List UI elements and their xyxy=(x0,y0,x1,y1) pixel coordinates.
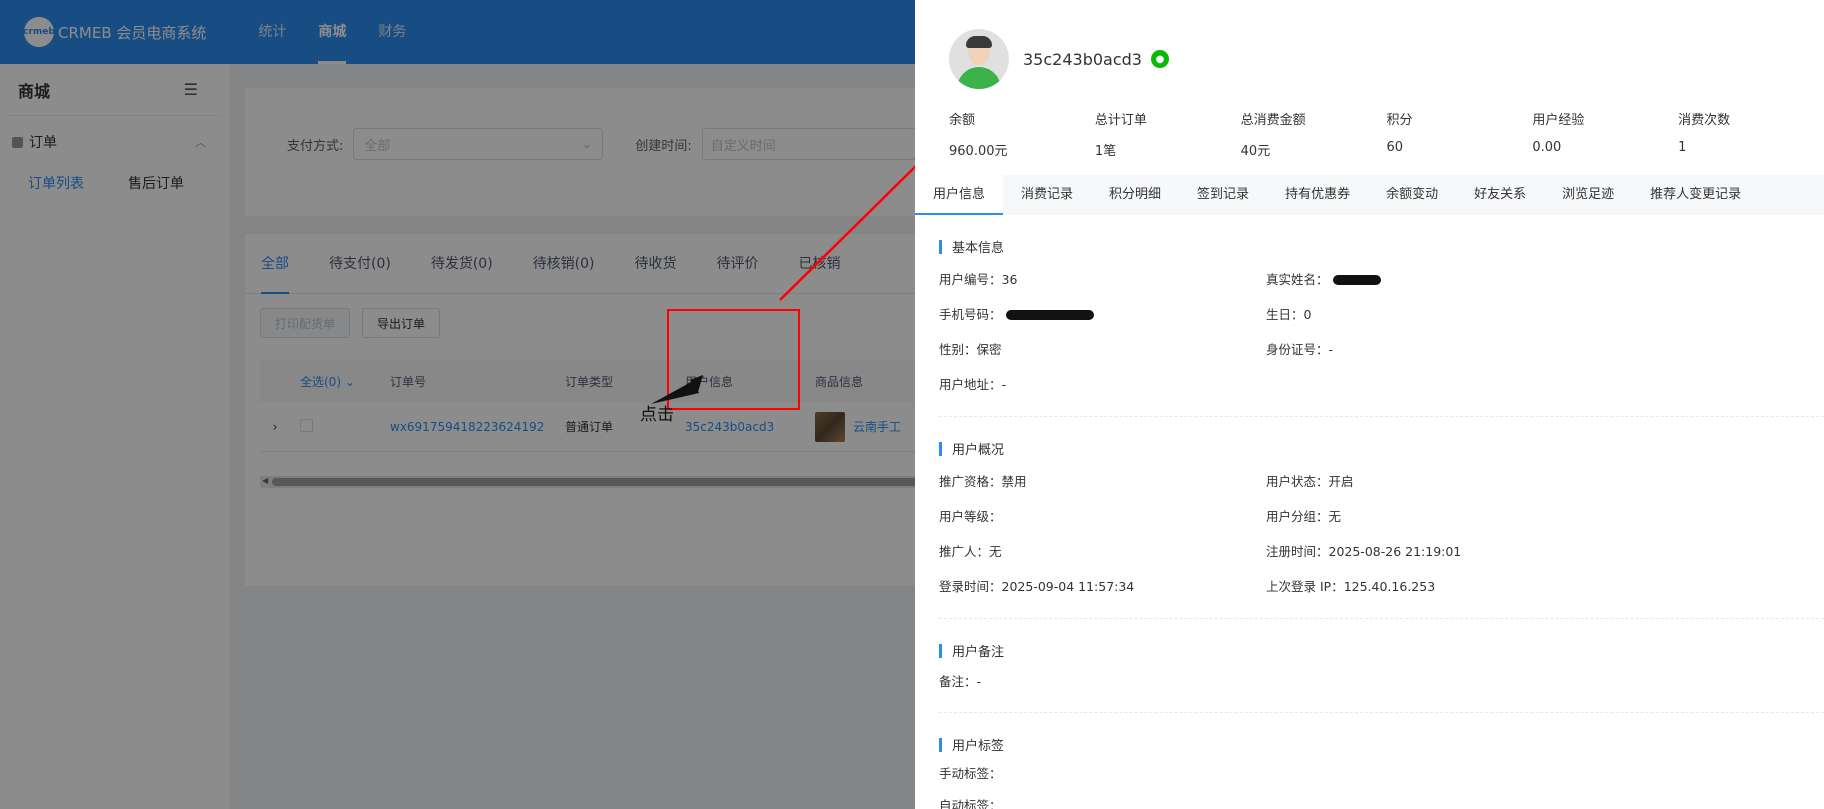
register-time: 注册时间：2025-08-26 21:19:01 xyxy=(1266,544,1462,559)
tab-referrer[interactable]: 推荐人变更记录 xyxy=(1632,175,1759,215)
stat-exp-value: 0.00 xyxy=(1532,140,1562,155)
stat-count-label: 消费次数 xyxy=(1678,113,1731,128)
remark-section: 用户备注 备注：- xyxy=(915,641,1824,713)
user-status: 用户状态：开启 xyxy=(1266,474,1354,489)
stat-orders-value: 1笔 xyxy=(1094,144,1117,159)
stat-spend-value: 40元 xyxy=(1240,144,1271,159)
stat-exp-label: 用户经验 xyxy=(1532,113,1585,128)
tab-footprint[interactable]: 浏览足迹 xyxy=(1544,175,1632,215)
user-level: 用户等级： xyxy=(939,509,1002,524)
login-time: 登录时间：2025-09-04 11:57:34 xyxy=(939,579,1135,594)
stat-orders-label: 总计订单 xyxy=(1094,113,1147,128)
tags-section: 用户标签 手动标签： 自动标签： xyxy=(915,735,1824,809)
manual-tags: 手动标签： xyxy=(939,766,1002,781)
stat-spend-label: 总消费金额 xyxy=(1240,113,1306,128)
stat-balance-label: 余额 xyxy=(949,113,976,128)
user-detail-drawer: 35c243b0acd3 ● 余额 960.00元 总计订单 1笔 总消费金额 40元… xyxy=(915,0,1824,809)
user-name: 35c243b0acd3 xyxy=(1023,49,1142,69)
redacted-mark xyxy=(1005,309,1094,320)
tab-consumption[interactable]: 消费记录 xyxy=(1003,175,1091,215)
last-login-ip: 上次登录 IP：125.40.16.253 xyxy=(1266,579,1436,594)
wechat-icon: ● xyxy=(1150,50,1169,68)
promoter: 推广人：无 xyxy=(939,544,1002,559)
tags-title: 用户标签 xyxy=(952,739,1005,754)
drawer-tabs: 用户信息 消费记录 积分明细 签到记录 持有优惠券 余额变动 好友关系 浏览足迹… xyxy=(915,175,1824,215)
stat-points-label: 积分 xyxy=(1386,113,1413,128)
overview-title: 用户概况 xyxy=(952,443,1005,458)
tab-signin[interactable]: 签到记录 xyxy=(1179,175,1267,215)
promo-qualification: 推广资格：禁用 xyxy=(939,474,1027,489)
remark-title: 用户备注 xyxy=(952,645,1005,660)
real-name-field: 真实姓名： xyxy=(1266,262,1593,297)
stat-points-value: 60 xyxy=(1386,140,1404,155)
overview-section: 用户概况 推广资格：禁用 用户状态：开启 用户等级： 用户分组：无 推广人：无 … xyxy=(915,439,1824,619)
stat-balance-value: 960.00元 xyxy=(949,144,1008,159)
gender: 性别：保密 xyxy=(939,342,1002,357)
tab-user-info[interactable]: 用户信息 xyxy=(915,175,1004,215)
basic-info-title: 基本信息 xyxy=(952,241,1005,256)
address: 用户地址：- xyxy=(939,377,1007,392)
id-card: 身份证号：- xyxy=(1266,342,1334,357)
stat-count-value: 1 xyxy=(1678,140,1687,155)
basic-info-section: 基本信息 用户编号：36 真实姓名： 手机号码： 生日：0 性别：保密 身份证号… xyxy=(915,237,1824,417)
avatar xyxy=(949,29,1009,89)
tab-points[interactable]: 积分明细 xyxy=(1091,175,1179,215)
user-id: 用户编号：36 xyxy=(939,272,1018,287)
remark-text: 备注：- xyxy=(939,674,982,689)
phone-field: 手机号码： xyxy=(939,297,1266,332)
user-stats: 余额 960.00元 总计订单 1笔 总消费金额 40元 积分 60 用户经验 0.00 … xyxy=(915,89,1824,159)
user-group: 用户分组：无 xyxy=(1266,509,1342,524)
click-label: 点击 xyxy=(640,405,674,425)
auto-tags: 自动标签： xyxy=(939,798,1002,809)
redacted-mark xyxy=(1332,274,1381,285)
tab-coupons[interactable]: 持有优惠券 xyxy=(1267,175,1368,215)
tab-balance[interactable]: 余额变动 xyxy=(1368,175,1456,215)
birthday: 生日：0 xyxy=(1266,307,1312,322)
tab-friends[interactable]: 好友关系 xyxy=(1456,175,1544,215)
